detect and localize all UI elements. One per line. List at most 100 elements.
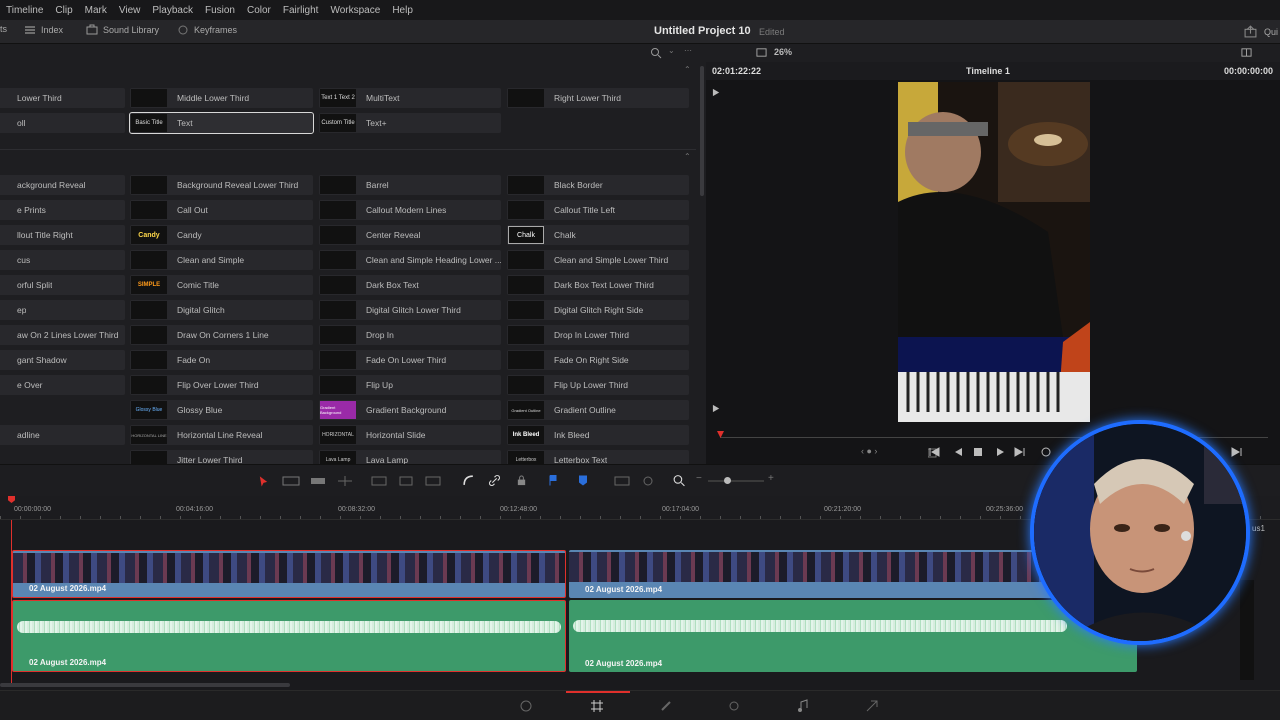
detail-zoom-icon[interactable] [642, 475, 658, 487]
effect-item[interactable]: Fade On [130, 350, 313, 370]
more-options-icon[interactable]: ⋯ [684, 46, 692, 55]
effect-item[interactable]: SIMPLE Comic Title [130, 275, 313, 295]
flag-icon[interactable] [548, 474, 558, 487]
effect-item[interactable]: Callout Title Left [507, 200, 689, 220]
effect-item[interactable]: ackground Reveal [0, 175, 125, 195]
effect-item[interactable]: Gradient Outline Gradient Outline [507, 400, 689, 420]
menu-color[interactable]: Color [241, 5, 277, 16]
quick-export-stub[interactable]: Qui [1264, 27, 1278, 37]
menu-mark[interactable]: Mark [79, 5, 113, 16]
play-icon[interactable] [994, 446, 1006, 458]
upload-icon[interactable] [1244, 25, 1257, 38]
effect-item[interactable]: Dark Box Text Lower Third [507, 275, 689, 295]
timeline-scrollbar[interactable] [0, 683, 290, 687]
edit-page-icon[interactable] [590, 699, 604, 713]
fairlight-page-icon[interactable] [796, 699, 810, 713]
effect-item[interactable]: Glossy Blue Glossy Blue [130, 400, 313, 420]
effect-item[interactable]: Dark Box Text [319, 275, 501, 295]
media-page-icon[interactable] [519, 699, 533, 713]
viewer-layout-icon[interactable] [756, 47, 767, 58]
effect-item[interactable]: Custom Title Text+ [319, 113, 501, 133]
effect-item[interactable]: Fade On Lower Third [319, 350, 501, 370]
effect-item[interactable]: adline [0, 425, 125, 445]
effect-item[interactable]: Clean and Simple Heading Lower ... [319, 250, 501, 270]
effect-item[interactable]: Fade On Right Side [507, 350, 689, 370]
effect-item[interactable]: Gradient Background Gradient Background [319, 400, 501, 420]
effect-item[interactable]: Drop In Lower Third [507, 325, 689, 345]
snapping-icon[interactable] [462, 474, 475, 487]
menu-fusion[interactable]: Fusion [199, 5, 241, 16]
loop-icon[interactable] [1040, 446, 1052, 458]
effect-item[interactable]: Draw On Corners 1 Line [130, 325, 313, 345]
effect-item[interactable]: oll [0, 113, 125, 133]
effect-item[interactable]: Letterbox Letterbox Text [507, 450, 689, 464]
effect-item[interactable]: Drop In [319, 325, 501, 345]
marker-icon[interactable] [578, 474, 588, 487]
effects-scrollbar[interactable] [700, 66, 704, 196]
skip-to-start-icon[interactable] [928, 446, 940, 458]
skip-to-end-icon[interactable] [1014, 446, 1026, 458]
effect-item[interactable]: Chalk Chalk [507, 225, 689, 245]
effect-item[interactable]: HORIZONTAL Horizontal Slide [319, 425, 501, 445]
collapse-section-icon[interactable]: ⌃ [684, 65, 692, 74]
video-clip[interactable]: 02 August 2026.mp4 [12, 550, 566, 598]
selection-tool-icon[interactable] [258, 475, 269, 487]
zoom-out-icon[interactable]: − [696, 473, 702, 484]
menu-clip[interactable]: Clip [49, 5, 78, 16]
linked-selection-icon[interactable] [488, 474, 501, 487]
lock-icon[interactable] [516, 474, 527, 487]
keyframes-button[interactable]: Keyframes [177, 24, 237, 36]
next-edit-icon[interactable] [1231, 446, 1243, 458]
effect-item[interactable]: Right Lower Third [507, 88, 689, 108]
jog-control[interactable]: ‹ ● › [861, 446, 891, 458]
effect-item[interactable]: e Prints [0, 200, 125, 220]
menu-help[interactable]: Help [386, 5, 419, 16]
video-clip[interactable]: 02 August 2026.mp4 [569, 550, 1109, 598]
replace-clip-icon[interactable] [424, 475, 442, 487]
effect-item[interactable]: HORIZONTAL LINE Horizontal Line Reveal [130, 425, 313, 445]
audio-clip[interactable]: 02 August 2026.mp4 [569, 600, 1137, 672]
effect-item[interactable]: Barrel [319, 175, 501, 195]
menu-playback[interactable]: Playback [146, 5, 199, 16]
menu-fairlight[interactable]: Fairlight [277, 5, 325, 16]
effect-item[interactable]: Ink Bleed Ink Bleed [507, 425, 689, 445]
blade-tool-icon[interactable] [336, 475, 354, 487]
chevron-down-icon[interactable]: ⌄ [668, 46, 676, 55]
effect-item[interactable]: Flip Over Lower Third [130, 375, 313, 395]
effect-item[interactable]: Center Reveal [319, 225, 501, 245]
timeline-name[interactable]: Timeline 1 [966, 66, 1010, 76]
effect-item[interactable]: Candy Candy [130, 225, 313, 245]
effect-item[interactable]: Lava Lamp Lava Lamp [319, 450, 501, 464]
search-icon[interactable] [650, 47, 662, 59]
fusion-page-icon[interactable] [659, 699, 673, 713]
effect-item[interactable]: Digital Glitch [130, 300, 313, 320]
effect-item[interactable]: Lower Third [0, 88, 125, 108]
play-reverse-icon[interactable] [952, 446, 964, 458]
menu-view[interactable]: View [113, 5, 147, 16]
timeline-playhead[interactable] [8, 496, 15, 503]
audio-clip[interactable]: 02 August 2026.mp4 [12, 600, 566, 672]
effect-item[interactable]: Clean and Simple [130, 250, 313, 270]
menu-workspace[interactable]: Workspace [324, 5, 386, 16]
effect-item[interactable]: Black Border [507, 175, 689, 195]
zoom-slider-handle[interactable] [724, 477, 731, 484]
effect-item[interactable]: llout Title Right [0, 225, 125, 245]
zoom-level[interactable]: 26% [774, 47, 792, 57]
effect-item[interactable]: Clean and Simple Lower Third [507, 250, 689, 270]
trim-tool-icon[interactable] [282, 475, 300, 487]
menu-timeline[interactable]: Timeline [0, 5, 49, 16]
effect-item[interactable]: Flip Up [319, 375, 501, 395]
insert-clip-icon[interactable] [370, 475, 388, 487]
effect-item[interactable]: Callout Modern Lines [319, 200, 501, 220]
effect-item[interactable]: Basic Title Text [129, 112, 314, 134]
effect-item[interactable]: cus [0, 250, 125, 270]
effect-item[interactable]: Digital Glitch Right Side [507, 300, 689, 320]
dynamic-trim-icon[interactable] [310, 475, 326, 487]
zoom-icon[interactable] [672, 474, 686, 487]
zoom-in-icon[interactable]: + [768, 473, 774, 484]
effect-item[interactable]: ep [0, 300, 125, 320]
effect-item[interactable]: aw On 2 Lines Lower Third [0, 325, 125, 345]
effect-item[interactable]: Background Reveal Lower Third [130, 175, 313, 195]
effect-item[interactable]: Jitter Lower Third [130, 450, 313, 464]
effects-tab-stub[interactable]: ts [0, 24, 7, 34]
